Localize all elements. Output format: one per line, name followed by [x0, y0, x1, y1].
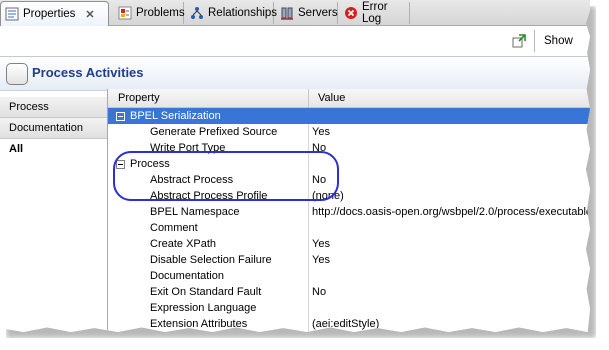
- column-divider: [308, 316, 309, 332]
- tab-problems[interactable]: Problems: [114, 2, 185, 24]
- tab-properties[interactable]: Properties ✕: [0, 1, 109, 26]
- show-button[interactable]: Show: [544, 35, 573, 47]
- property-name: Documentation: [150, 270, 224, 282]
- property-name: Disable Selection Failure: [150, 254, 272, 266]
- property-value[interactable]: Yes: [312, 252, 330, 268]
- tab-error-log-label: Error Log: [362, 1, 388, 25]
- table-row[interactable]: Documentation: [108, 268, 590, 284]
- tab-relationships[interactable]: Relationships: [186, 2, 278, 24]
- column-divider[interactable]: [308, 89, 309, 107]
- view-toolbar: Show: [0, 26, 590, 57]
- table-row[interactable]: Abstract Process No: [108, 172, 590, 188]
- column-divider: [308, 236, 309, 252]
- property-name: Exit On Standard Fault: [150, 286, 262, 298]
- table-row[interactable]: BPEL Serialization: [108, 108, 590, 124]
- table-row[interactable]: Abstract Process Profile (none): [108, 188, 590, 204]
- column-divider: [308, 108, 309, 124]
- table-row[interactable]: Generate Prefixed Source Yes: [108, 124, 590, 140]
- table-row[interactable]: Write Port Type No: [108, 140, 590, 156]
- property-name: Create XPath: [150, 238, 217, 250]
- view-header: Process Activities: [0, 57, 590, 91]
- category-documentation[interactable]: Documentation: [0, 118, 107, 139]
- relationships-icon: [190, 6, 204, 20]
- column-divider: [308, 220, 309, 236]
- table-row[interactable]: BPEL Namespace http://docs.oasis-open.or…: [108, 204, 590, 220]
- table-row[interactable]: Comment: [108, 220, 590, 236]
- table-row[interactable]: Create XPath Yes: [108, 236, 590, 252]
- column-divider: [308, 124, 309, 140]
- column-divider: [308, 300, 309, 316]
- property-value[interactable]: No: [312, 284, 326, 300]
- property-value[interactable]: http://docs.oasis-open.org/wsbpel/2.0/pr…: [312, 204, 590, 220]
- toolbar-separator: [534, 30, 535, 52]
- column-divider: [308, 284, 309, 300]
- property-value[interactable]: No: [312, 140, 326, 156]
- property-name: Abstract Process Profile: [150, 190, 268, 202]
- table-row[interactable]: Exit On Standard Fault No: [108, 284, 590, 300]
- process-activity-icon: [6, 63, 28, 85]
- table-row[interactable]: Disable Selection Failure Yes: [108, 252, 590, 268]
- category-list: Process Documentation All: [0, 97, 107, 332]
- category-all[interactable]: All: [0, 139, 107, 160]
- column-divider: [308, 156, 309, 172]
- property-value[interactable]: No: [312, 172, 326, 188]
- tab-strip: Properties ✕ Problems Relationships Serv…: [0, 0, 590, 26]
- tab-relationships-label: Relationships: [208, 7, 278, 19]
- property-name: Abstract Process: [150, 174, 234, 186]
- property-value[interactable]: (none): [312, 188, 344, 204]
- tab-problems-label: Problems: [136, 7, 185, 19]
- column-divider: [308, 140, 309, 156]
- collapse-icon[interactable]: [116, 160, 125, 169]
- table-row[interactable]: Expression Language: [108, 300, 590, 316]
- property-name: Write Port Type: [150, 142, 226, 154]
- column-divider: [308, 172, 309, 188]
- property-value[interactable]: Yes: [312, 236, 330, 252]
- pin-icon[interactable]: [511, 33, 527, 49]
- category-process[interactable]: Process: [0, 97, 107, 118]
- collapse-icon[interactable]: [116, 112, 125, 121]
- close-icon[interactable]: ✕: [85, 8, 94, 21]
- properties-view: Properties ✕ Problems Relationships Serv…: [0, 0, 590, 332]
- problems-icon: [118, 6, 132, 20]
- properties-table: Property Value BPEL Serialization Genera…: [107, 89, 590, 332]
- page-title: Process Activities: [32, 65, 144, 80]
- properties-icon: [5, 7, 19, 21]
- tab-servers[interactable]: Servers: [276, 2, 338, 24]
- property-name: BPEL Namespace: [150, 206, 240, 218]
- property-value[interactable]: Yes: [312, 124, 330, 140]
- property-name: BPEL Serialization: [130, 110, 221, 122]
- tab-error-log[interactable]: Error Log: [340, 1, 410, 25]
- column-divider: [308, 252, 309, 268]
- error-log-icon: [344, 6, 358, 20]
- tab-properties-label: Properties: [23, 8, 76, 20]
- table-header: Property Value: [108, 89, 590, 108]
- property-name: Comment: [150, 222, 198, 234]
- property-name: Process: [130, 158, 170, 170]
- column-header-value[interactable]: Value: [318, 92, 345, 104]
- tab-servers-label: Servers: [298, 7, 338, 19]
- column-divider: [308, 268, 309, 284]
- column-divider: [308, 204, 309, 220]
- table-row[interactable]: Process: [108, 156, 590, 172]
- column-divider: [308, 188, 309, 204]
- column-header-property[interactable]: Property: [118, 92, 160, 104]
- property-name: Generate Prefixed Source: [150, 126, 278, 138]
- servers-icon: [280, 6, 294, 20]
- property-name: Expression Language: [150, 302, 257, 314]
